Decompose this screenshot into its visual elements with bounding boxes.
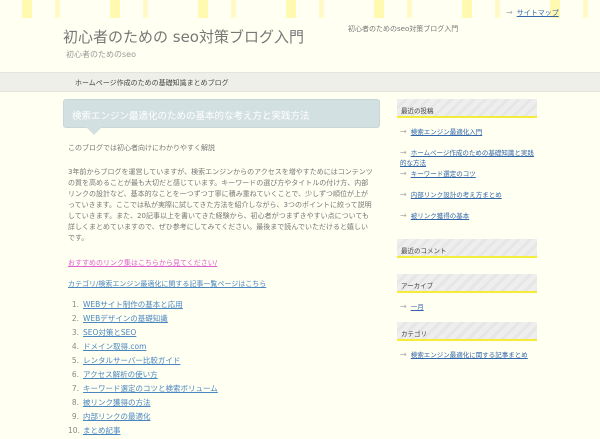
list-number: 3. bbox=[71, 328, 79, 337]
list-number: 5. bbox=[71, 356, 79, 365]
list-item: 3. SEO対策とSEO bbox=[68, 327, 374, 341]
category-link[interactable]: カテゴリ/検索エンジン最適化に関する記事一覧ページはこちら bbox=[68, 280, 266, 288]
list-item: 5. レンタルサーバー比較ガイド bbox=[68, 355, 374, 369]
list-number: 7. bbox=[71, 384, 79, 393]
list-number: 9. bbox=[71, 412, 79, 421]
list-item: 8. 被リンク獲得の方法 bbox=[68, 397, 374, 411]
widget-heading-archives: アーカイブ bbox=[397, 274, 537, 293]
list-number: 2. bbox=[71, 314, 79, 323]
list-link[interactable]: アクセス解析の使い方 bbox=[83, 370, 158, 379]
list-item: 6. アクセス解析の使い方 bbox=[68, 369, 374, 383]
nav-item-home[interactable]: ホームページ作成のための基礎知識まとめブログ bbox=[75, 78, 229, 88]
sidebar-link-item: → 被リンク獲得の基本 bbox=[400, 210, 537, 231]
sidebar-link[interactable]: 検索エンジン最適化入門 bbox=[411, 128, 483, 136]
list-item: 1. WEBサイト制作の基本と応用 bbox=[68, 299, 374, 313]
arrow-icon: → bbox=[400, 190, 407, 199]
list-item: 10. まとめ記事 bbox=[68, 425, 374, 439]
list-link[interactable]: WEBデザインの基礎知識 bbox=[83, 314, 168, 323]
list-link[interactable]: キーワード選定のコツと検索ボリューム bbox=[83, 384, 218, 393]
list-number: 1. bbox=[71, 300, 79, 309]
sidebar-link[interactable]: キーワード選定のコツ bbox=[411, 170, 476, 178]
post-title: 検索エンジン最適化のための基本的な考え方と実践方法 bbox=[63, 99, 380, 135]
arrow-icon: → bbox=[400, 211, 407, 220]
site-title[interactable]: 初心者のための seo対策ブログ入門 bbox=[63, 26, 304, 47]
post-meta: このブログでは初心者向けにわかりやすく解説 bbox=[68, 144, 215, 152]
link-list: 1. WEBサイト制作の基本と応用 2. WEBデザインの基礎知識 3. SEO対策と… bbox=[68, 299, 374, 439]
sidebar: 最近の投稿 → 検索エンジン最適化入門 → ホームページ作成のための基礎知識と実践的… bbox=[397, 99, 537, 376]
sidebar-link[interactable]: 検索エンジン最適化に関する記事まとめ bbox=[411, 351, 528, 359]
recommended-link[interactable]: おすすめのリンク集はこちらから見てください/ bbox=[68, 259, 217, 267]
sidebar-link[interactable]: 一月 bbox=[411, 303, 424, 311]
sidebar-link-item: → 検索エンジン最適化に関する記事まとめ bbox=[400, 349, 537, 370]
post-content: このブログでは初心者向けにわかりやすく解説 3年前からブログを運営していますが、… bbox=[68, 143, 374, 439]
list-link[interactable]: 被リンク獲得の方法 bbox=[83, 398, 151, 407]
sitemap-link-label[interactable]: サイトマップ bbox=[517, 9, 559, 17]
sidebar-link-item: → ホームページ作成のための基礎知識と実践的な方法 bbox=[400, 147, 537, 168]
arrow-icon: → bbox=[400, 127, 407, 136]
list-number: 8. bbox=[71, 398, 79, 407]
site-header: → サイトマップ 初心者のための seo対策ブログ入門 初心者のためのseo対策ブ… bbox=[0, 0, 600, 72]
list-link[interactable]: WEBサイト制作の基本と応用 bbox=[83, 300, 183, 309]
arrow-icon: → bbox=[506, 8, 513, 17]
arrow-icon: → bbox=[400, 350, 407, 359]
sidebar-link-item: → キーワード選定のコツ bbox=[400, 168, 537, 189]
list-number: 4. bbox=[71, 342, 79, 351]
arrow-icon: → bbox=[400, 302, 407, 311]
widget-heading-recent-comments: 最近のコメント bbox=[397, 239, 537, 258]
list-link[interactable]: まとめ記事 bbox=[83, 426, 121, 435]
widget-heading-categories: カテゴリ bbox=[397, 322, 537, 341]
list-item: 2. WEBデザインの基礎知識 bbox=[68, 313, 374, 327]
list-link[interactable]: ドメイン取得.com bbox=[83, 342, 146, 351]
list-number: 6. bbox=[71, 370, 79, 379]
arrow-icon: → bbox=[400, 169, 407, 178]
list-item: 7. キーワード選定のコツと検索ボリューム bbox=[68, 383, 374, 397]
categories-list: → 検索エンジン最適化に関する記事まとめ bbox=[397, 341, 537, 376]
list-link[interactable]: レンタルサーバー比較ガイド bbox=[83, 356, 180, 365]
arrow-icon: → bbox=[400, 148, 407, 157]
sidebar-link[interactable]: ホームページ作成のための基礎知識と実践的な方法 bbox=[400, 149, 534, 167]
post-body: 3年前からブログを運営していますが、検索エンジンからのアクセスを増やすためにはコ… bbox=[68, 168, 373, 242]
sitemap-link[interactable]: → サイトマップ bbox=[506, 8, 559, 18]
site-description: 初心者のためのseo対策ブログ入門 bbox=[348, 25, 459, 33]
list-link[interactable]: 内部リンクの最適化 bbox=[83, 412, 151, 421]
nav-bar: ホームページ作成のための基礎知識まとめブログ bbox=[0, 72, 600, 92]
list-item: 4. ドメイン取得.com bbox=[68, 341, 374, 355]
recent-posts-list: → 検索エンジン最適化入門 → ホームページ作成のための基礎知識と実践的な方法 → キ… bbox=[397, 118, 537, 237]
sidebar-link-item: → 一月 bbox=[400, 301, 537, 322]
archives-list: → 一月 bbox=[397, 293, 537, 322]
site-tagline: 初心者のためのseo bbox=[66, 50, 136, 59]
list-link[interactable]: SEO対策とSEO bbox=[83, 328, 136, 337]
sidebar-link-item: → 内部リンク設計の考え方まとめ bbox=[400, 189, 537, 210]
sidebar-link[interactable]: 被リンク獲得の基本 bbox=[411, 212, 470, 220]
list-number: 10. bbox=[68, 426, 80, 435]
sidebar-link-item: → 検索エンジン最適化入門 bbox=[400, 126, 537, 147]
list-item: 9. 内部リンクの最適化 bbox=[68, 411, 374, 425]
sidebar-link[interactable]: 内部リンク設計の考え方まとめ bbox=[411, 191, 502, 199]
widget-heading-recent-posts: 最近の投稿 bbox=[397, 99, 537, 118]
